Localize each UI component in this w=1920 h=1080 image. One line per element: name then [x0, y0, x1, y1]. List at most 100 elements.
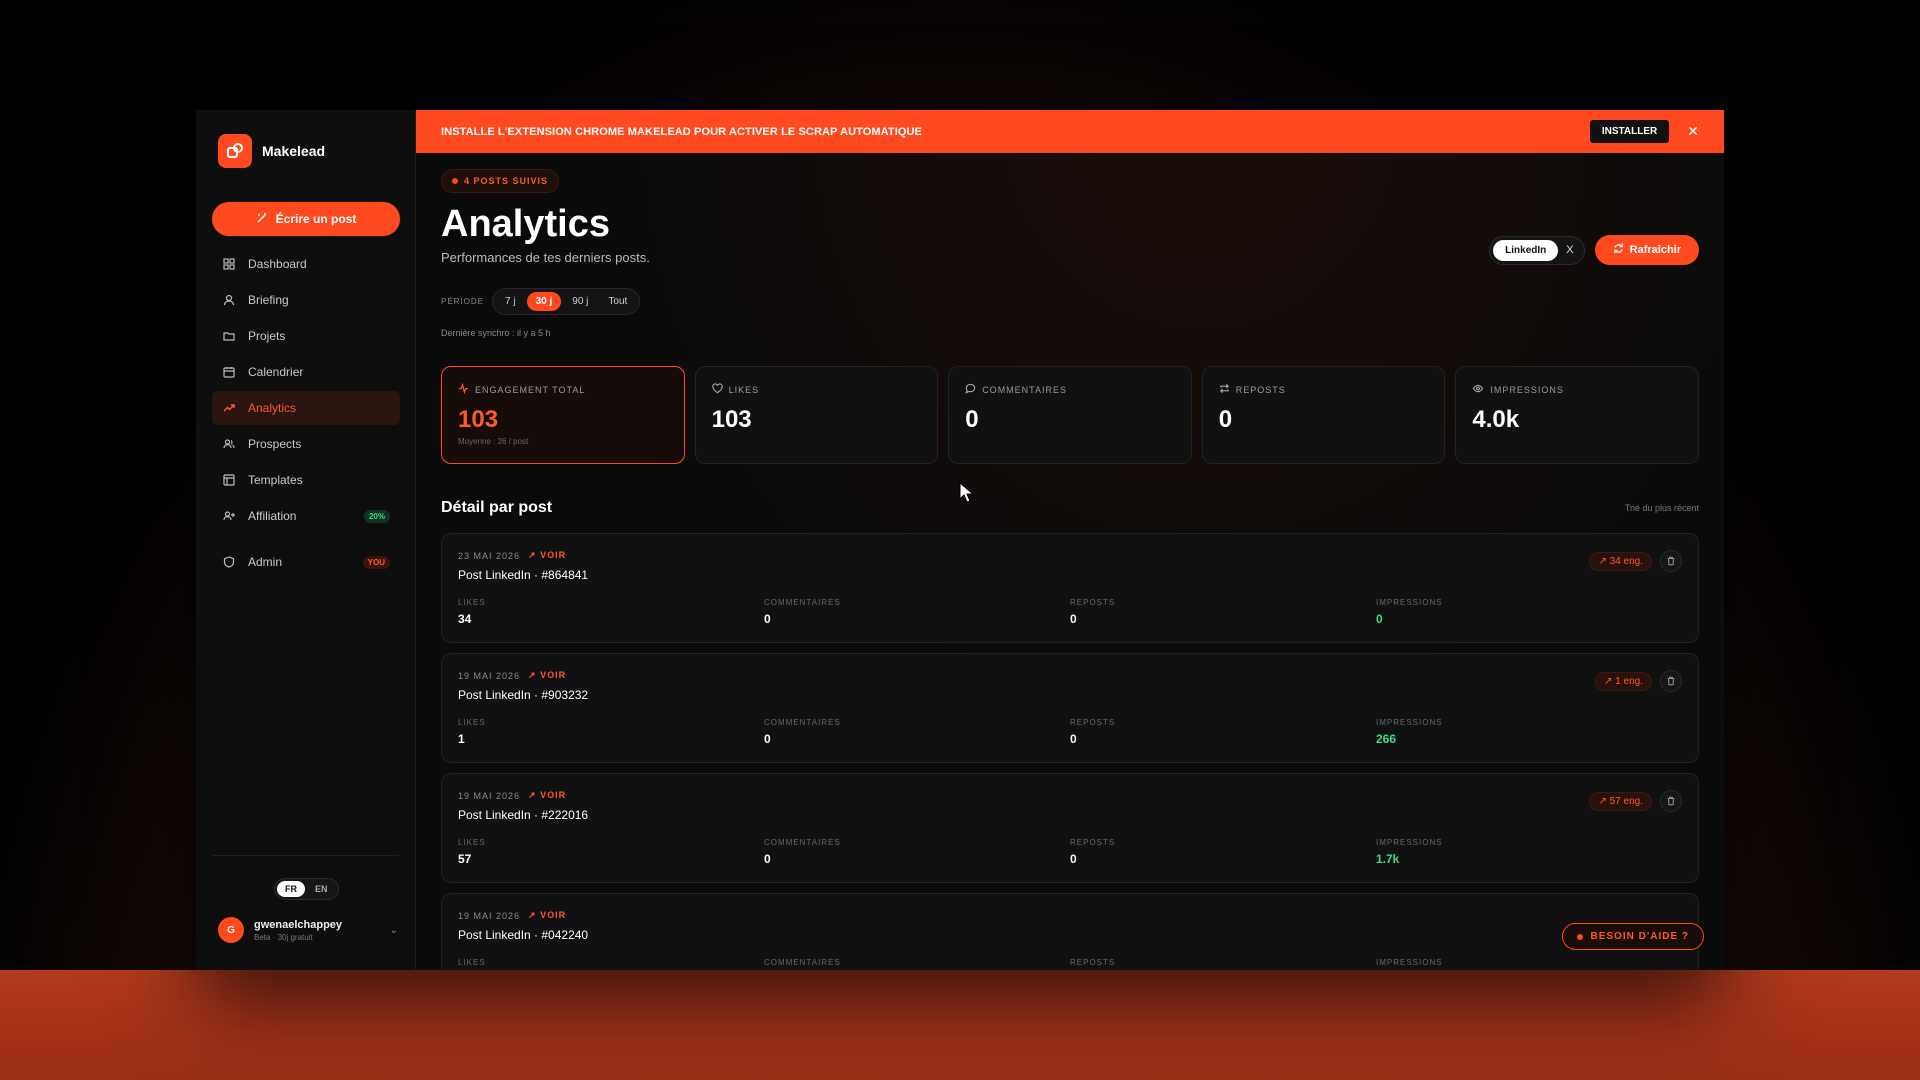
- stat-label: REPOSTS: [1219, 383, 1429, 396]
- metric-value: 0: [1376, 612, 1383, 626]
- post-date: 19 MAI 2026: [458, 670, 521, 681]
- metric-likes: LIKES 1: [458, 718, 764, 746]
- sidebar-item-briefing[interactable]: Briefing: [212, 283, 400, 317]
- stat-card-impressions: IMPRESSIONS 4.0k: [1455, 366, 1699, 464]
- user-name: gwenaelchappey: [254, 918, 343, 931]
- metric-value: 57: [458, 852, 472, 866]
- repost-icon: [1219, 383, 1230, 396]
- period-selector: PÉRIODE 7 j 30 j 90 j Tout: [441, 288, 641, 315]
- metric-comments: COMMENTAIRES: [764, 958, 1070, 967]
- header-controls: LinkedIn X Rafraîchir: [1489, 235, 1699, 265]
- install-button[interactable]: INSTALLER: [1589, 120, 1670, 143]
- sidebar: Makelead Écrire un post Dashboard Briefi…: [196, 110, 416, 970]
- eye-icon: [1472, 383, 1484, 396]
- metric-label: IMPRESSIONS: [1376, 718, 1443, 727]
- view-post-link[interactable]: ↗ VOIR: [528, 550, 566, 561]
- detail-title: Détail par post: [441, 499, 553, 516]
- post-date: 23 MAI 2026: [458, 550, 521, 561]
- sidebar-item-label: Briefing: [248, 293, 289, 307]
- metric-label: REPOSTS: [1070, 958, 1116, 967]
- period-7j-button[interactable]: 7 j: [496, 292, 525, 311]
- metric-impressions: IMPRESSIONS 266: [1376, 718, 1682, 746]
- post-meta: 19 MAI 2026 ↗ VOIR: [458, 910, 1682, 921]
- metric-label: IMPRESSIONS: [1376, 838, 1443, 847]
- grid-icon: [222, 257, 236, 271]
- metric-likes: LIKES 57: [458, 838, 764, 866]
- close-icon[interactable]: ✕: [1687, 123, 1699, 140]
- write-post-button[interactable]: Écrire un post: [212, 202, 400, 236]
- stat-card-comments: COMMENTAIRES 0: [948, 366, 1192, 464]
- view-post-link[interactable]: ↗ VOIR: [528, 910, 566, 921]
- post-actions: ↗ 34 eng.: [1589, 550, 1682, 572]
- banner-actions: INSTALLER ✕: [1589, 120, 1699, 143]
- metric-reposts: REPOSTS: [1070, 958, 1376, 967]
- sidebar-item-calendrier[interactable]: Calendrier: [212, 355, 400, 389]
- post-title: Post LinkedIn · #864841: [458, 568, 589, 582]
- metric-value: 0: [764, 852, 771, 866]
- engagement-value: 34 eng.: [1609, 555, 1643, 567]
- metric-comments: COMMENTAIRES 0: [764, 598, 1070, 626]
- sidebar-item-analytics[interactable]: Analytics: [212, 391, 400, 425]
- post-meta: 23 MAI 2026 ↗ VOIR: [458, 550, 1682, 561]
- post-metrics: LIKES COMMENTAIRES REPOSTS IMPRESSIONS: [458, 958, 1682, 967]
- calendar-icon: [222, 365, 236, 379]
- view-post-label: VOIR: [540, 910, 567, 920]
- metric-value: 0: [1070, 852, 1077, 866]
- post-title: Post LinkedIn · #042240: [458, 928, 589, 942]
- stat-label-text: COMMENTAIRES: [982, 384, 1068, 395]
- period-90j-button[interactable]: 90 j: [563, 292, 597, 311]
- post-card: 19 MAI 2026 ↗ VOIR Post LinkedIn · #2220…: [441, 773, 1699, 883]
- sidebar-item-admin[interactable]: Admin YOU: [212, 545, 400, 579]
- lang-en-button[interactable]: EN: [307, 881, 336, 897]
- post-metrics: LIKES 57 COMMENTAIRES 0 REPOSTS 0 IMPRESSIO…: [458, 838, 1682, 866]
- sidebar-item-affiliation[interactable]: Affiliation 20%: [212, 499, 400, 533]
- stat-label: LIKES: [711, 383, 922, 396]
- lang-fr-button[interactable]: FR: [277, 881, 305, 897]
- user-icon: [222, 293, 236, 307]
- metric-reposts: REPOSTS 0: [1070, 598, 1376, 626]
- sidebar-item-projets[interactable]: Projets: [212, 319, 400, 353]
- help-button[interactable]: BESOIN D'AIDE ?: [1561, 923, 1704, 950]
- sidebar-item-label: Admin: [248, 555, 283, 569]
- metric-value: 1.7k: [1376, 852, 1400, 866]
- metric-label: LIKES: [458, 838, 486, 847]
- nav-separator: [212, 535, 400, 545]
- sidebar-item-label: Projets: [248, 329, 286, 343]
- stats-row: ENGAGEMENT TOTAL 103 Moyenne : 26 / post…: [441, 366, 1699, 464]
- platform-x-button[interactable]: X: [1566, 244, 1573, 256]
- help-dot-icon: [1576, 933, 1583, 940]
- users-icon: [222, 437, 236, 451]
- sidebar-item-templates[interactable]: Templates: [212, 463, 400, 497]
- user-menu[interactable]: G gwenaelchappey Beta · 30j gratuit ⌄: [218, 917, 398, 943]
- post-meta: 19 MAI 2026 ↗ VOIR: [458, 790, 1682, 801]
- sidebar-item-dashboard[interactable]: Dashboard: [212, 247, 400, 281]
- sort-label[interactable]: Trié du plus récent: [1625, 503, 1699, 513]
- brand[interactable]: Makelead: [218, 134, 325, 168]
- makelead-logo-icon: [218, 134, 252, 168]
- trash-icon[interactable]: [1660, 550, 1682, 572]
- metric-value: 1: [458, 732, 465, 746]
- engagement-badge: ↗ 34 eng.: [1589, 551, 1652, 571]
- background-floor: [0, 970, 1920, 1080]
- trash-icon[interactable]: [1660, 670, 1682, 692]
- metric-likes: LIKES: [458, 958, 764, 967]
- stat-value: 103: [711, 406, 752, 433]
- wand-icon: [256, 212, 268, 227]
- period-all-button[interactable]: Tout: [599, 292, 636, 311]
- sidebar-item-prospects[interactable]: Prospects: [212, 427, 400, 461]
- user-info: gwenaelchappey Beta · 30j gratuit: [254, 919, 380, 942]
- stat-label-text: IMPRESSIONS: [1490, 384, 1564, 395]
- platform-linkedin-button[interactable]: LinkedIn: [1493, 239, 1559, 261]
- comment-icon: [965, 383, 976, 396]
- metric-label: REPOSTS: [1070, 718, 1116, 727]
- metric-label: LIKES: [458, 718, 486, 727]
- view-post-label: VOIR: [540, 670, 567, 680]
- metric-comments: COMMENTAIRES 0: [764, 718, 1070, 746]
- view-post-link[interactable]: ↗ VOIR: [528, 670, 566, 681]
- period-label: PÉRIODE: [441, 297, 485, 306]
- period-30j-button[interactable]: 30 j: [526, 292, 562, 311]
- trash-icon[interactable]: [1660, 790, 1682, 812]
- view-post-label: VOIR: [540, 790, 567, 800]
- refresh-button[interactable]: Rafraîchir: [1594, 235, 1699, 265]
- view-post-link[interactable]: ↗ VOIR: [528, 790, 566, 801]
